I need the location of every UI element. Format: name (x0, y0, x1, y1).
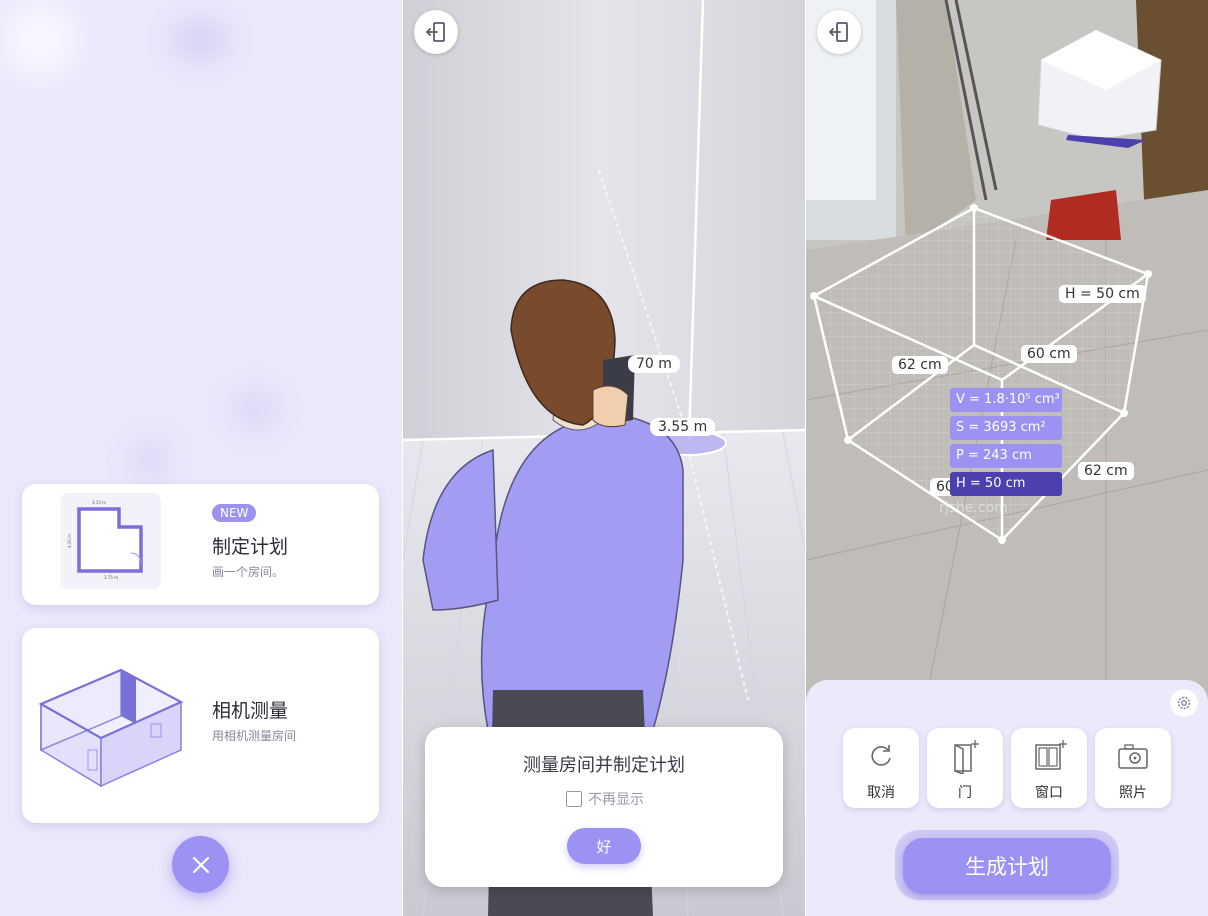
close-button[interactable] (172, 836, 229, 893)
tutorial-dialog: 测量房间并制定计划 不再显示 好 (425, 727, 783, 887)
floor-plan-thumbnail: 3.15 m 4.10 m 3.75 m (61, 493, 161, 589)
camera-measure-title: 相机测量 (212, 700, 289, 722)
checkbox-box[interactable] (566, 791, 582, 807)
add-window-button[interactable]: 窗口 (1011, 728, 1087, 808)
plan-dim-bottom: 3.75 m (104, 575, 118, 580)
tutorial-panel: 70 m 3.55 m 测量房间并制定计划 不再显示 好 (403, 0, 805, 916)
info-volume: V = 1.8·10⁵ cm³ (950, 388, 1062, 412)
plan-dim-top: 3.15 m (92, 500, 106, 505)
home-panel: 3.15 m 4.10 m 3.75 m NEW 制定计划 画一个房间。 相机测… (0, 0, 402, 916)
add-window-label: 窗口 (1035, 785, 1063, 801)
camera-measure-card[interactable]: 相机测量 用相机测量房间 (22, 628, 379, 823)
checkbox-label: 不再显示 (588, 792, 644, 808)
measure-label-floor: 3.55 m (650, 418, 716, 436)
info-height: H = 50 cm (950, 472, 1062, 496)
dim-left-62: 62 cm (892, 356, 948, 374)
exit-door-icon (425, 22, 445, 42)
photo-button[interactable]: 照片 (1095, 728, 1171, 808)
exit-door-icon (828, 22, 848, 42)
add-door-icon (954, 740, 979, 774)
info-surface: S = 3693 cm² (950, 416, 1062, 440)
background-blur (130, 440, 170, 480)
measure-panel: H = 50 cm 62 cm 60 cm 62 cm 60 V = 1.8·1… (806, 0, 1208, 916)
background-blur (0, 0, 80, 80)
undo-label: 取消 (867, 785, 895, 801)
gear-icon (1177, 696, 1191, 710)
background-blur (170, 20, 230, 60)
generate-plan-wrapper: 生成计划 (895, 830, 1119, 900)
dont-show-again-checkbox[interactable]: 不再显示 (566, 789, 644, 809)
undo-icon (871, 745, 891, 766)
undo-button[interactable]: 取消 (843, 728, 919, 808)
exit-button[interactable] (414, 10, 458, 54)
bottom-toolbar: 取消 门 窗口 照片 生成计划 (806, 680, 1208, 916)
generate-plan-button[interactable]: 生成计划 (903, 838, 1111, 894)
create-plan-subtitle: 画一个房间。 (212, 565, 285, 579)
add-window-icon (1035, 740, 1067, 770)
dim-height-top: H = 50 cm (1059, 285, 1146, 303)
dim-right-62: 62 cm (1078, 462, 1134, 480)
create-plan-card[interactable]: 3.15 m 4.10 m 3.75 m NEW 制定计划 画一个房间。 (22, 484, 379, 605)
ok-button[interactable]: 好 (567, 828, 641, 864)
close-icon (192, 856, 209, 873)
room-3d-illustration (36, 658, 186, 788)
add-door-label: 门 (958, 785, 972, 801)
photo-label: 照片 (1119, 785, 1147, 801)
dialog-title: 测量房间并制定计划 (523, 755, 685, 776)
settings-button[interactable] (1170, 689, 1198, 717)
measure-label-wall: 70 m (628, 355, 680, 373)
plan-dim-side: 4.10 m (67, 534, 72, 548)
watermark: rjshe.com (939, 500, 1008, 516)
new-badge: NEW (212, 504, 257, 522)
create-plan-title: 制定计划 (212, 536, 289, 558)
camera-measure-subtitle: 用相机测量房间 (212, 729, 297, 743)
camera-icon (1118, 744, 1148, 769)
info-perimeter: P = 243 cm (950, 444, 1062, 468)
add-door-button[interactable]: 门 (927, 728, 1003, 808)
ar-camera-view (806, 0, 1208, 700)
exit-button[interactable] (817, 10, 861, 54)
background-blur (230, 390, 280, 430)
dim-back-60: 60 cm (1021, 345, 1077, 363)
